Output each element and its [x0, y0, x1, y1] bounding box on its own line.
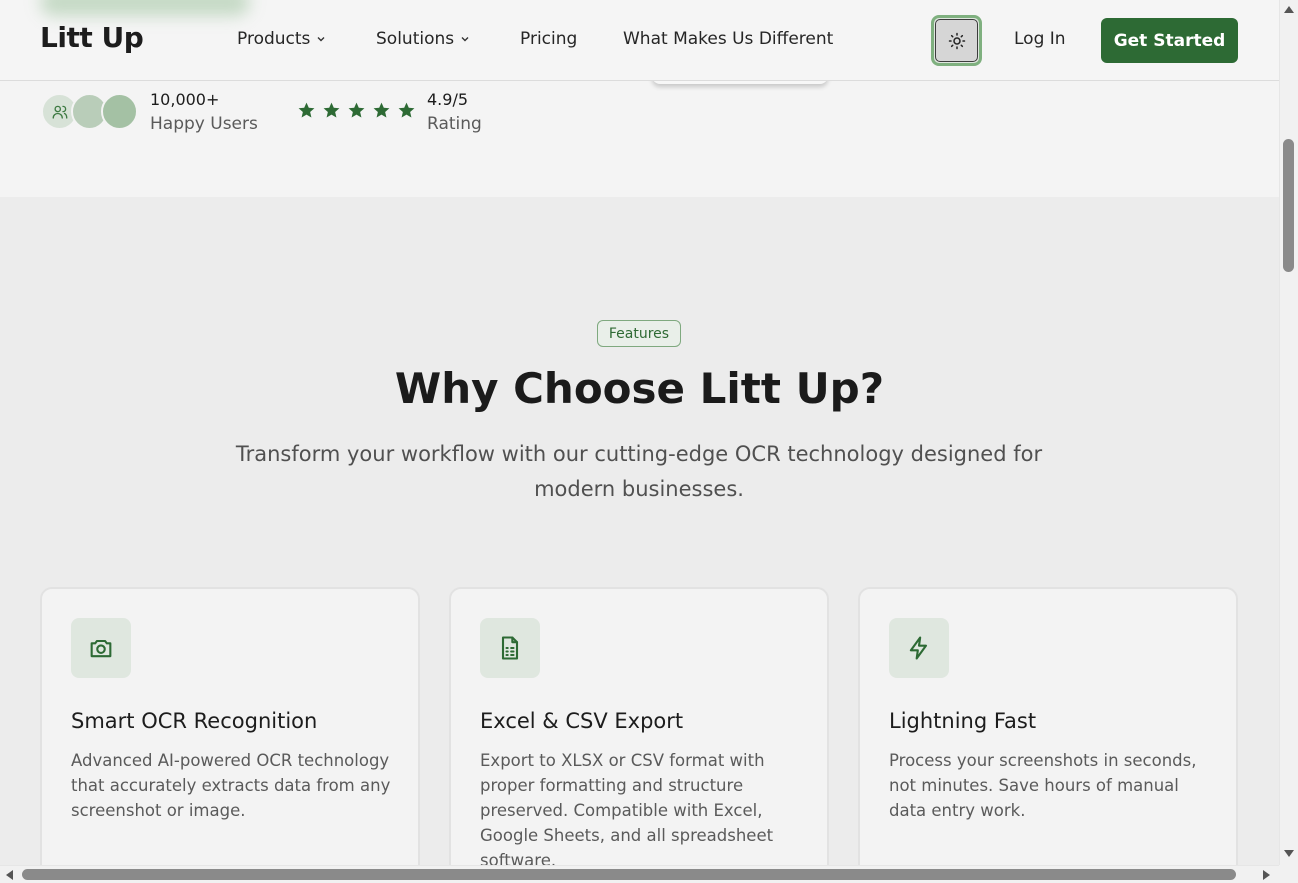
login-link[interactable]: Log In: [1014, 29, 1066, 49]
rating-stars: [297, 101, 416, 120]
nav-what-makes-us-different[interactable]: What Makes Us Different: [623, 29, 833, 49]
theme-toggle-inner: [935, 19, 978, 62]
nav-pricing-label: Pricing: [520, 29, 578, 49]
chevron-down-icon: [461, 37, 469, 42]
feature-title: Excel & CSV Export: [480, 709, 684, 733]
rating-label: Rating: [427, 114, 482, 134]
vertical-scrollbar[interactable]: [1279, 0, 1298, 865]
spreadsheet-file-icon: [501, 636, 519, 660]
nav-solutions-label: Solutions: [376, 29, 455, 49]
nav-pricing[interactable]: Pricing: [520, 29, 577, 49]
nav-products-label: Products: [237, 29, 311, 49]
star-icon: [298, 102, 315, 118]
scroll-up-arrow-icon[interactable]: [1284, 6, 1294, 13]
users-count: 10,000+: [150, 90, 220, 109]
star-icon: [323, 102, 340, 118]
vertical-scrollbar-thumb[interactable]: [1283, 139, 1294, 272]
feature-card-export: Excel & CSV Export Export to XLSX or CSV…: [449, 587, 829, 865]
scrollbar-corner: [1279, 865, 1298, 883]
lightning-icon: [909, 636, 928, 660]
theme-toggle-button[interactable]: [931, 15, 982, 66]
nav-different-label: What Makes Us Different: [623, 29, 834, 49]
star-icon: [398, 102, 415, 118]
page: Litt Up Products Solutions Pricing What …: [0, 0, 1279, 865]
feature-title: Smart OCR Recognition: [71, 709, 318, 733]
nav-products[interactable]: Products: [237, 29, 326, 49]
feature-card-speed: Lightning Fast Process your screenshots …: [858, 587, 1238, 865]
sun-icon: [948, 32, 965, 49]
decorative-blur: [40, 0, 250, 16]
logo[interactable]: Litt Up: [40, 21, 144, 54]
feature-icon-box: [480, 618, 540, 678]
feature-description: Process your screenshots in seconds, not…: [889, 751, 1197, 820]
scroll-right-arrow-icon[interactable]: [1263, 870, 1270, 880]
feature-description: Export to XLSX or CSV format with proper…: [480, 751, 774, 865]
users-label: Happy Users: [150, 114, 258, 134]
rating-value: 4.9/5: [427, 90, 469, 109]
star-icon: [348, 102, 365, 118]
site-header: Litt Up Products Solutions Pricing What …: [0, 0, 1279, 81]
horizontal-scrollbar[interactable]: [0, 865, 1279, 883]
section-subtitle: Transform your workflow with our cutting…: [235, 442, 1043, 501]
chevron-down-icon: [317, 37, 325, 42]
avatar: [101, 93, 138, 130]
users-icon: [52, 105, 67, 119]
feature-card-ocr: Smart OCR Recognition Advanced AI-powere…: [40, 587, 420, 865]
feature-icon-box: [889, 618, 949, 678]
camera-icon: [90, 639, 112, 658]
feature-description: Advanced AI-powered OCR technology that …: [71, 751, 391, 820]
star-icon: [373, 102, 390, 118]
features-badge: Features: [597, 320, 681, 347]
get-started-button[interactable]: Get Started: [1101, 18, 1238, 63]
feature-title: Lightning Fast: [889, 709, 1037, 733]
horizontal-scrollbar-thumb[interactable]: [22, 869, 1236, 880]
section-title: Why Choose Litt Up?: [394, 364, 885, 413]
scroll-left-arrow-icon[interactable]: [6, 870, 13, 880]
feature-icon-box: [71, 618, 131, 678]
nav-solutions[interactable]: Solutions: [376, 29, 470, 49]
scroll-down-arrow-icon[interactable]: [1284, 850, 1294, 857]
